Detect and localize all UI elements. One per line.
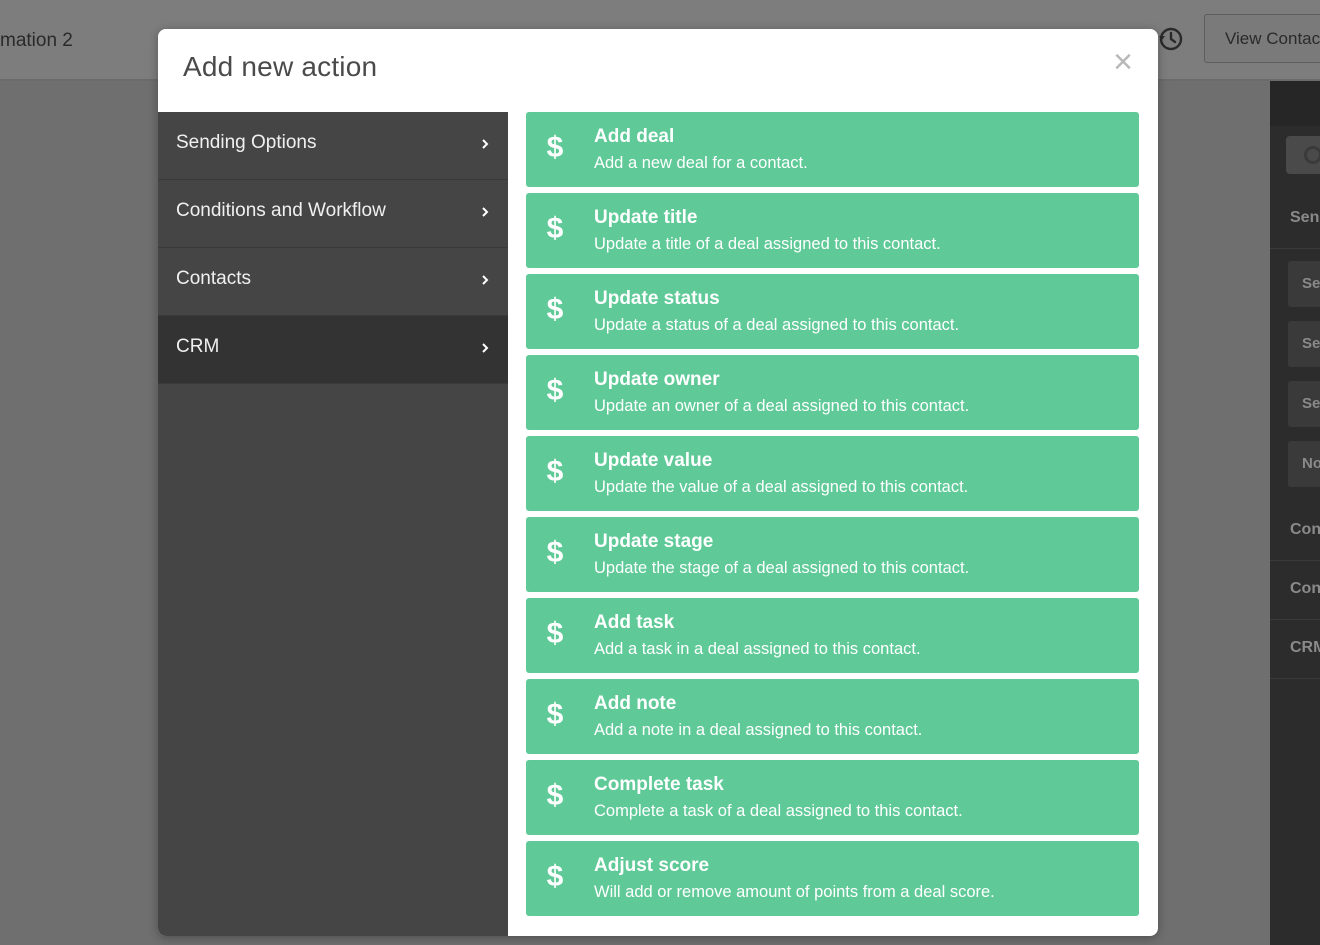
action-description: Update an owner of a deal assigned to th…	[594, 397, 970, 415]
action-update-stage[interactable]: $ Update stage Update the stage of a dea…	[526, 517, 1139, 592]
action-add-note[interactable]: $ Add note Add a note in a deal assigned…	[526, 679, 1139, 754]
menu-item-label: Contacts	[176, 268, 251, 289]
category-menu: Sending Options Conditions and Workflow …	[158, 112, 508, 936]
action-title: Add task	[594, 612, 675, 633]
action-description: Complete a task of a deal assigned to th…	[594, 802, 963, 820]
menu-item-label: Conditions and Workflow	[176, 200, 386, 221]
action-add-task[interactable]: $ Add task Add a task in a deal assigned…	[526, 598, 1139, 673]
add-action-modal: Add new action × Sending Options Conditi…	[158, 29, 1158, 936]
chevron-right-icon	[482, 207, 489, 217]
action-title: Update status	[594, 288, 720, 309]
dollar-icon: $	[546, 293, 564, 326]
action-title: Add note	[594, 693, 677, 714]
action-description: Add a new deal for a contact.	[594, 154, 808, 172]
action-description: Update the value of a deal assigned to t…	[594, 478, 969, 496]
action-update-status[interactable]: $ Update status Update a status of a dea…	[526, 274, 1139, 349]
dollar-icon: $	[546, 698, 564, 731]
action-add-deal[interactable]: $ Add deal Add a new deal for a contact.	[526, 112, 1139, 187]
modal-title: Add new action	[183, 51, 378, 82]
action-description: Update the stage of a deal assigned to t…	[594, 559, 970, 577]
right-panel-sub-item[interactable]: Se	[1288, 381, 1320, 427]
action-title: Update value	[594, 450, 713, 471]
menu-item-label: Sending Options	[176, 132, 317, 153]
menu-item-conditions-workflow[interactable]: Conditions and Workflow	[158, 180, 508, 248]
right-panel: Senc Se Se Se No Con Con CRM	[1270, 81, 1320, 945]
close-icon[interactable]: ×	[1108, 45, 1138, 79]
dollar-icon: $	[546, 455, 564, 488]
action-adjust-score[interactable]: $ Adjust score Will add or remove amount…	[526, 841, 1139, 916]
action-list: $ Add deal Add a new deal for a contact.…	[526, 112, 1139, 922]
menu-item-contacts[interactable]: Contacts	[158, 248, 508, 316]
chevron-right-icon	[482, 343, 489, 353]
chevron-right-icon	[482, 275, 489, 285]
automation-title: mation 2	[0, 30, 73, 51]
right-panel-sub-item[interactable]: Se	[1288, 321, 1320, 367]
action-description: Add a note in a deal assigned to this co…	[594, 721, 923, 739]
menu-item-label: CRM	[176, 336, 220, 357]
action-title: Adjust score	[594, 855, 710, 876]
action-description: Will add or remove amount of points from…	[594, 883, 995, 901]
right-panel-sub-item[interactable]: No	[1288, 441, 1320, 487]
menu-item-sending-options[interactable]: Sending Options	[158, 112, 508, 180]
right-panel-section[interactable]: Con	[1270, 501, 1320, 561]
action-title: Update owner	[594, 369, 720, 390]
view-contacts-button[interactable]: View Contac	[1204, 14, 1320, 63]
history-icon[interactable]	[1158, 26, 1184, 52]
dollar-icon: $	[546, 536, 564, 569]
chevron-right-icon	[482, 139, 489, 149]
action-description: Update a status of a deal assigned to th…	[594, 316, 960, 334]
right-panel-header	[1270, 81, 1320, 126]
action-update-value[interactable]: $ Update value Update the value of a dea…	[526, 436, 1139, 511]
action-title: Complete task	[594, 774, 724, 795]
action-title: Update stage	[594, 531, 714, 552]
right-panel-section[interactable]: Con	[1270, 560, 1320, 620]
action-description: Update a title of a deal assigned to thi…	[594, 235, 941, 253]
dollar-icon: $	[546, 131, 564, 164]
action-complete-task[interactable]: $ Complete task Complete a task of a dea…	[526, 760, 1139, 835]
dollar-icon: $	[546, 617, 564, 650]
dollar-icon: $	[546, 779, 564, 812]
dollar-icon: $	[546, 374, 564, 407]
action-title: Update title	[594, 207, 698, 228]
dollar-icon: $	[546, 860, 564, 893]
right-panel-section[interactable]: Senc	[1270, 189, 1320, 249]
right-panel-section[interactable]: CRM	[1270, 619, 1320, 679]
dollar-icon: $	[546, 212, 564, 245]
action-update-title[interactable]: $ Update title Update a title of a deal …	[526, 193, 1139, 268]
right-panel-search[interactable]	[1286, 136, 1320, 174]
action-description: Add a task in a deal assigned to this co…	[594, 640, 921, 658]
modal-header: Add new action ×	[158, 29, 1158, 112]
action-update-owner[interactable]: $ Update owner Update an owner of a deal…	[526, 355, 1139, 430]
search-icon	[1304, 146, 1320, 164]
menu-item-crm[interactable]: CRM	[158, 316, 508, 384]
action-title: Add deal	[594, 126, 675, 147]
right-panel-sub-item[interactable]: Se	[1288, 261, 1320, 307]
